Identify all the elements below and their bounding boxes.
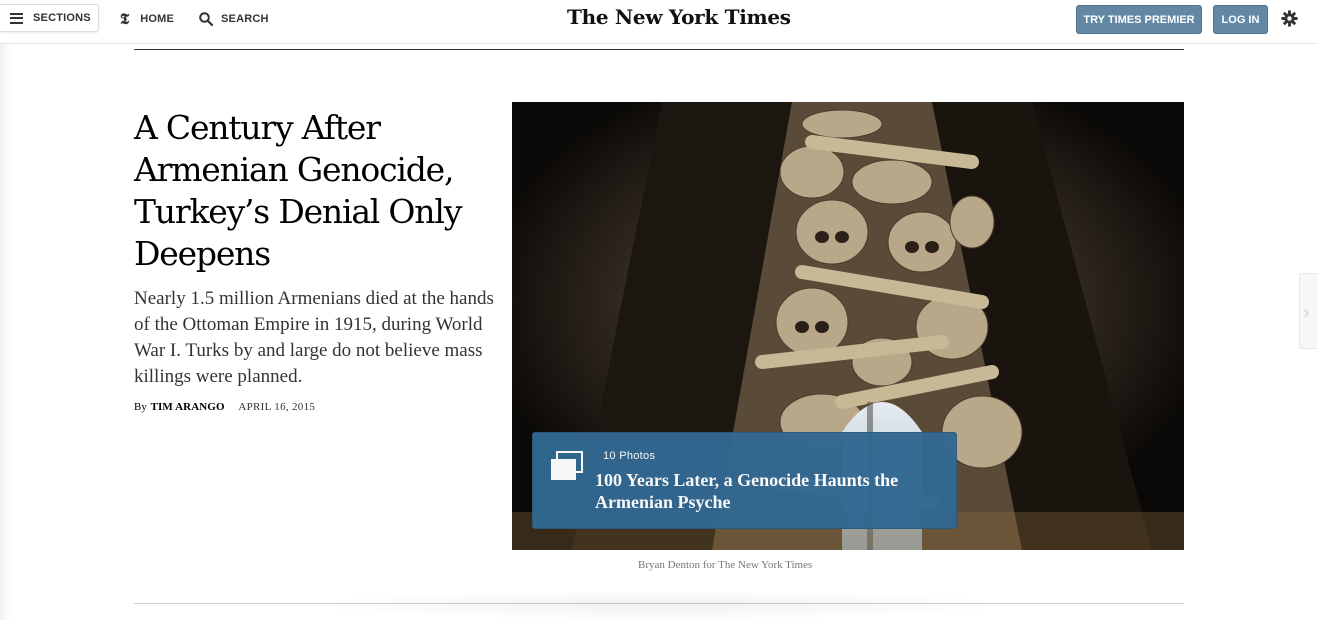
- sections-label: SECTIONS: [33, 12, 91, 24]
- photo-count: 10 Photos: [603, 450, 656, 462]
- sections-button[interactable]: SECTIONS: [0, 4, 99, 32]
- try-times-premier-button[interactable]: TRY TIMES PREMIER: [1076, 5, 1202, 34]
- home-button[interactable]: 𝕿 HOME: [120, 10, 174, 28]
- article-summary: Nearly 1.5 million Armenians died at the…: [134, 288, 494, 387]
- byline-prefix: By: [134, 401, 147, 413]
- slideshow-title[interactable]: 100 Years Later, a Genocide Haunts the A…: [595, 469, 925, 513]
- photo-gallery-icon: [551, 451, 583, 480]
- photo-credit: Bryan Denton for The New York Times: [638, 559, 813, 571]
- chevron-right-icon: ›: [1303, 302, 1310, 324]
- top-navigation-bar: SECTIONS 𝕿 HOME SEARCH The New York Time…: [0, 0, 1317, 44]
- log-in-button[interactable]: LOG IN: [1213, 5, 1268, 34]
- article-date: APRIL 16, 2015: [238, 401, 316, 413]
- gear-icon[interactable]: [1281, 10, 1298, 27]
- byline-author[interactable]: TIM ARANGO: [151, 401, 225, 413]
- slideshow-promo[interactable]: 10 Photos 100 Years Later, a Genocide Ha…: [532, 432, 957, 529]
- top-divider: [134, 49, 1184, 50]
- byline: By TIM ARANGO APRIL 16, 2015: [134, 401, 315, 413]
- next-article-tab[interactable]: ›: [1299, 273, 1317, 349]
- search-button[interactable]: SEARCH: [199, 10, 269, 28]
- bottom-shadow: [300, 590, 1020, 620]
- search-icon: [199, 12, 213, 26]
- search-label: SEARCH: [221, 13, 269, 25]
- home-label: HOME: [140, 13, 175, 25]
- nyt-logo[interactable]: The New York Times: [567, 5, 791, 29]
- nyt-t-logo-icon: 𝕿: [120, 10, 130, 28]
- hamburger-menu-icon: [10, 12, 23, 24]
- left-edge-shadow: [0, 44, 12, 620]
- article-headline[interactable]: A Century After Armenian Genocide, Turke…: [134, 107, 494, 275]
